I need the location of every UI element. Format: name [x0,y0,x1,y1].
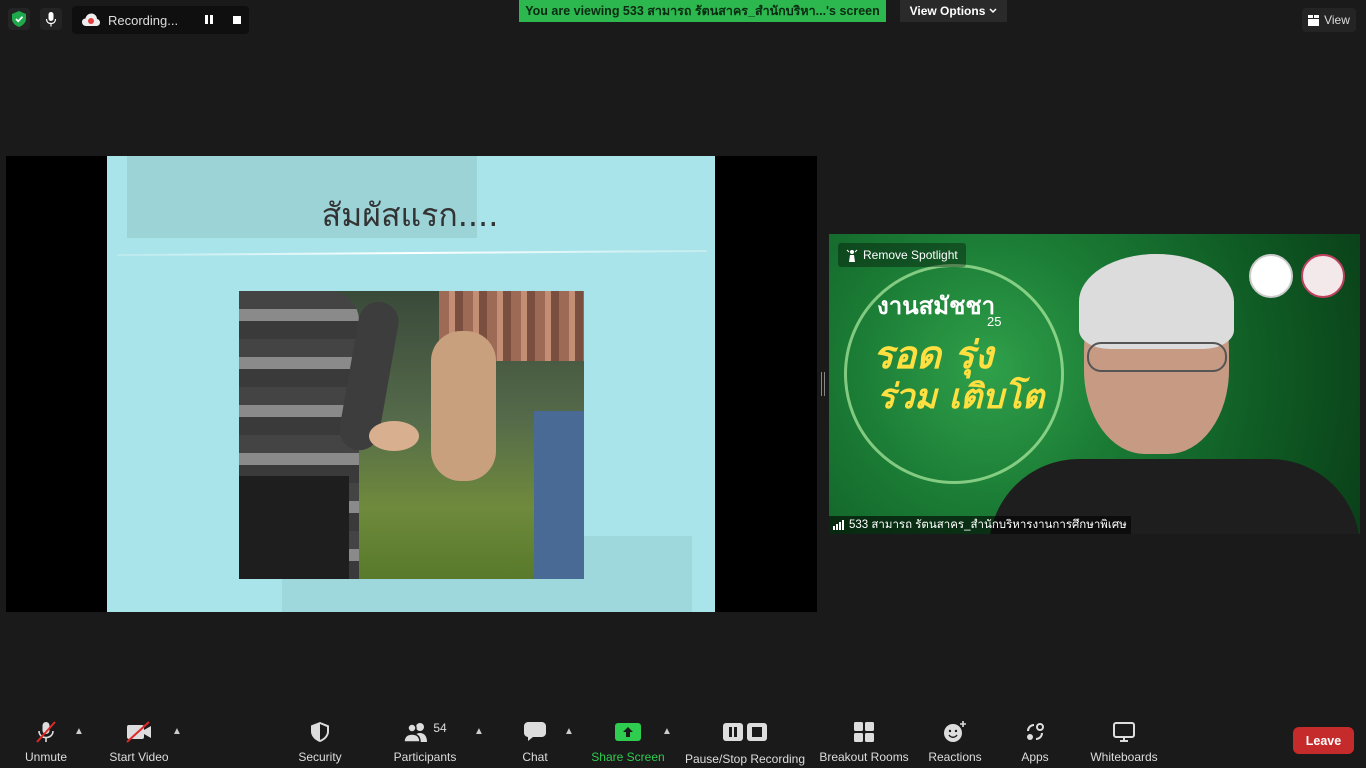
security-shield-icon[interactable] [8,8,30,30]
pause-stop-recording-label: Pause/Stop Recording [684,752,806,766]
reactions-label: Reactions [928,750,982,764]
muted-mic-icon [34,720,58,744]
unmute-label: Unmute [24,750,68,764]
start-video-button[interactable]: Start Video [106,712,172,768]
breakout-rooms-icon [854,720,874,744]
spotlight-icon [846,249,858,262]
panel-splitter-handle[interactable] [821,372,825,396]
pause-stop-recording-button[interactable]: Pause/Stop Recording [684,712,806,768]
organization-logo [1249,254,1293,298]
participants-icon: 54 [403,720,447,744]
remove-spotlight-button[interactable]: Remove Spotlight [838,243,966,267]
signal-strength-icon [833,520,844,530]
participants-button[interactable]: 54 Participants [390,712,460,768]
share-screen-icon [615,720,641,744]
recording-label: Recording... [108,12,179,28]
security-label: Security [298,750,342,764]
breakout-rooms-label: Breakout Rooms [819,750,909,764]
view-options-label: View Options [909,4,986,18]
cloud-record-icon [82,13,100,26]
chevron-down-icon [989,8,997,14]
apps-button[interactable]: Apps [1016,712,1054,768]
participants-count: 54 [433,721,447,735]
apps-label: Apps [1021,750,1049,764]
chat-button[interactable]: Chat [516,712,554,768]
share-screen-button[interactable]: Share Screen [590,712,666,768]
whiteboards-button[interactable]: Whiteboards [1088,712,1160,768]
spotlight-video-tile[interactable]: งานสมัชชา 25 รอด รุ่ง ร่วม เติบโต [829,234,1360,534]
video-options-caret-icon[interactable]: ▲ [172,726,182,737]
whiteboards-label: Whiteboards [1090,750,1158,764]
share-screen-caret-icon[interactable]: ▲ [662,726,672,737]
chat-bubble-icon [524,720,546,744]
ministry-seal-logo [1301,254,1345,298]
presentation-slide: สัมผัสแรก.... [107,156,715,612]
participants-label: Participants [393,750,457,764]
view-button[interactable]: View [1302,8,1356,32]
smiley-plus-icon [943,720,967,744]
share-screen-label: Share Screen [591,750,665,764]
reactions-button[interactable]: Reactions [926,712,984,768]
viewing-screen-banner: You are viewing 533 สามารถ รัตนสาคร_สำนั… [519,0,886,22]
breakout-rooms-button[interactable]: Breakout Rooms [818,712,910,768]
chat-label: Chat [522,750,548,764]
remove-spotlight-label: Remove Spotlight [863,248,958,262]
unmute-button[interactable]: Unmute [20,712,72,768]
participant-name-tag: 533 สามารถ รัตนสาคร_สำนักบริหารงานการศึก… [829,516,1131,534]
meeting-toolbar: Unmute ▲ Start Video ▲ Security 54 Parti… [0,712,1366,768]
chat-caret-icon[interactable]: ▲ [564,726,574,737]
apps-icon [1025,720,1045,744]
view-options-button[interactable]: View Options [900,0,1007,22]
security-button[interactable]: Security [294,712,346,768]
recording-indicator: Recording... [72,6,249,34]
audio-options-caret-icon[interactable]: ▲ [74,726,84,737]
stop-recording-icon[interactable] [233,16,241,24]
participant-name: 533 สามารถ รัตนสาคร_สำนักบริหารงานการศึก… [849,519,1127,531]
shield-icon [311,720,329,744]
grid-view-icon [1308,14,1320,26]
participants-caret-icon[interactable]: ▲ [474,726,484,737]
start-video-label: Start Video [109,750,169,764]
slide-divider [117,249,707,257]
virtual-background-text-2: ร่วม เติบโต [877,377,1045,417]
pause-stop-icon [723,720,767,744]
slide-title: สัมผัสแรก.... [321,196,499,234]
leave-button[interactable]: Leave [1293,727,1354,754]
view-label: View [1324,13,1350,27]
audio-status-icon[interactable] [40,8,62,30]
shared-screen[interactable]: สัมผัสแรก.... [6,156,817,612]
virtual-background-title: งานสมัชชา [877,292,996,320]
slide-photo-holding-hands [239,291,584,579]
pause-recording-icon[interactable] [205,15,213,24]
video-off-icon [125,720,153,744]
whiteboard-icon [1113,720,1135,744]
